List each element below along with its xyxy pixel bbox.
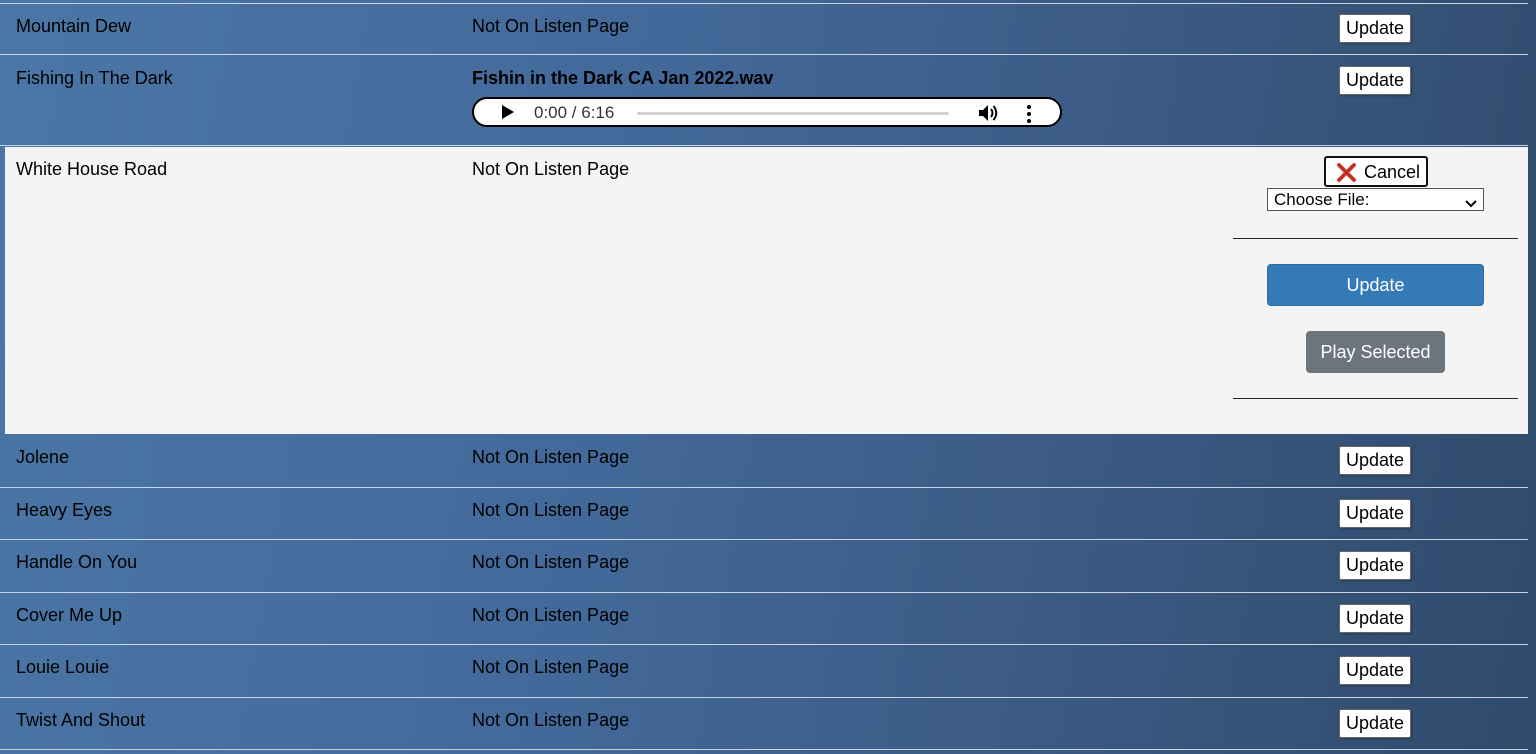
divider <box>1233 238 1518 239</box>
close-x-icon <box>1337 163 1356 182</box>
audio-progress-track[interactable] <box>637 112 949 115</box>
update-button[interactable]: Update <box>1339 551 1411 580</box>
song-title: Heavy Eyes <box>16 500 113 520</box>
listen-status: Not On Listen Page <box>472 552 630 572</box>
update-button[interactable]: Update <box>1339 66 1411 95</box>
update-file-button[interactable]: Update <box>1267 264 1484 306</box>
listen-status: Not On Listen Page <box>472 159 630 179</box>
song-title: Mountain Dew <box>16 16 132 36</box>
cancel-button[interactable]: Cancel <box>1324 156 1428 187</box>
song-title: White House Road <box>16 159 168 179</box>
update-button[interactable]: Update <box>1339 656 1411 685</box>
choose-file-select[interactable]: Choose File: <box>1267 188 1484 211</box>
select-value: Choose File: <box>1274 190 1370 209</box>
play-icon[interactable] <box>502 105 514 119</box>
update-button[interactable]: Update <box>1339 14 1411 43</box>
song-title: Cover Me Up <box>16 605 123 625</box>
listen-status: Not On Listen Page <box>472 710 630 730</box>
song-title: Handle On You <box>16 552 138 572</box>
song-row-heavy-eyes: Heavy Eyes Not On Listen Page Update <box>0 488 1528 540</box>
update-button[interactable]: Update <box>1339 604 1411 633</box>
update-button[interactable]: Update <box>1339 499 1411 528</box>
song-title: Twist And Shout <box>16 710 146 730</box>
song-row-louie-louie: Louie Louie Not On Listen Page Update <box>0 645 1528 698</box>
more-options-icon[interactable] <box>1025 104 1033 124</box>
song-row-cover-me-up: Cover Me Up Not On Listen Page Update <box>0 593 1528 645</box>
song-row-jolene: Jolene Not On Listen Page Update <box>0 435 1528 488</box>
audio-file-name: Fishin in the Dark CA Jan 2022.wav <box>472 68 774 88</box>
listen-status: Not On Listen Page <box>472 500 630 520</box>
audio-time: 0:00 / 6:16 <box>534 103 615 122</box>
volume-icon[interactable] <box>978 103 1000 123</box>
song-row-twist-and-shout: Twist And Shout Not On Listen Page Updat… <box>0 698 1528 750</box>
song-row-handle-on-you: Handle On You Not On Listen Page Update <box>0 540 1528 593</box>
chevron-down-icon <box>1465 194 1477 208</box>
listen-status: Not On Listen Page <box>472 657 630 677</box>
audio-player[interactable]: 0:00 / 6:16 <box>472 97 1062 127</box>
update-button[interactable]: Update <box>1339 709 1411 738</box>
song-title: Fishing In The Dark <box>16 68 173 88</box>
song-title: Jolene <box>16 447 70 467</box>
song-row-mountain-dew: Mountain Dew Not On Listen Page Update <box>0 3 1528 55</box>
listen-status: Not On Listen Page <box>472 605 630 625</box>
play-selected-button[interactable]: Play Selected <box>1306 331 1445 373</box>
song-title: Louie Louie <box>16 657 110 677</box>
update-button[interactable]: Update <box>1339 446 1411 475</box>
cancel-label: Cancel <box>1364 162 1421 182</box>
divider <box>1233 398 1518 399</box>
listen-status: Not On Listen Page <box>472 447 630 467</box>
song-row-white-house-road-expanded: White House Road Not On Listen Page Canc… <box>5 147 1528 434</box>
listen-status: Not On Listen Page <box>472 16 630 36</box>
